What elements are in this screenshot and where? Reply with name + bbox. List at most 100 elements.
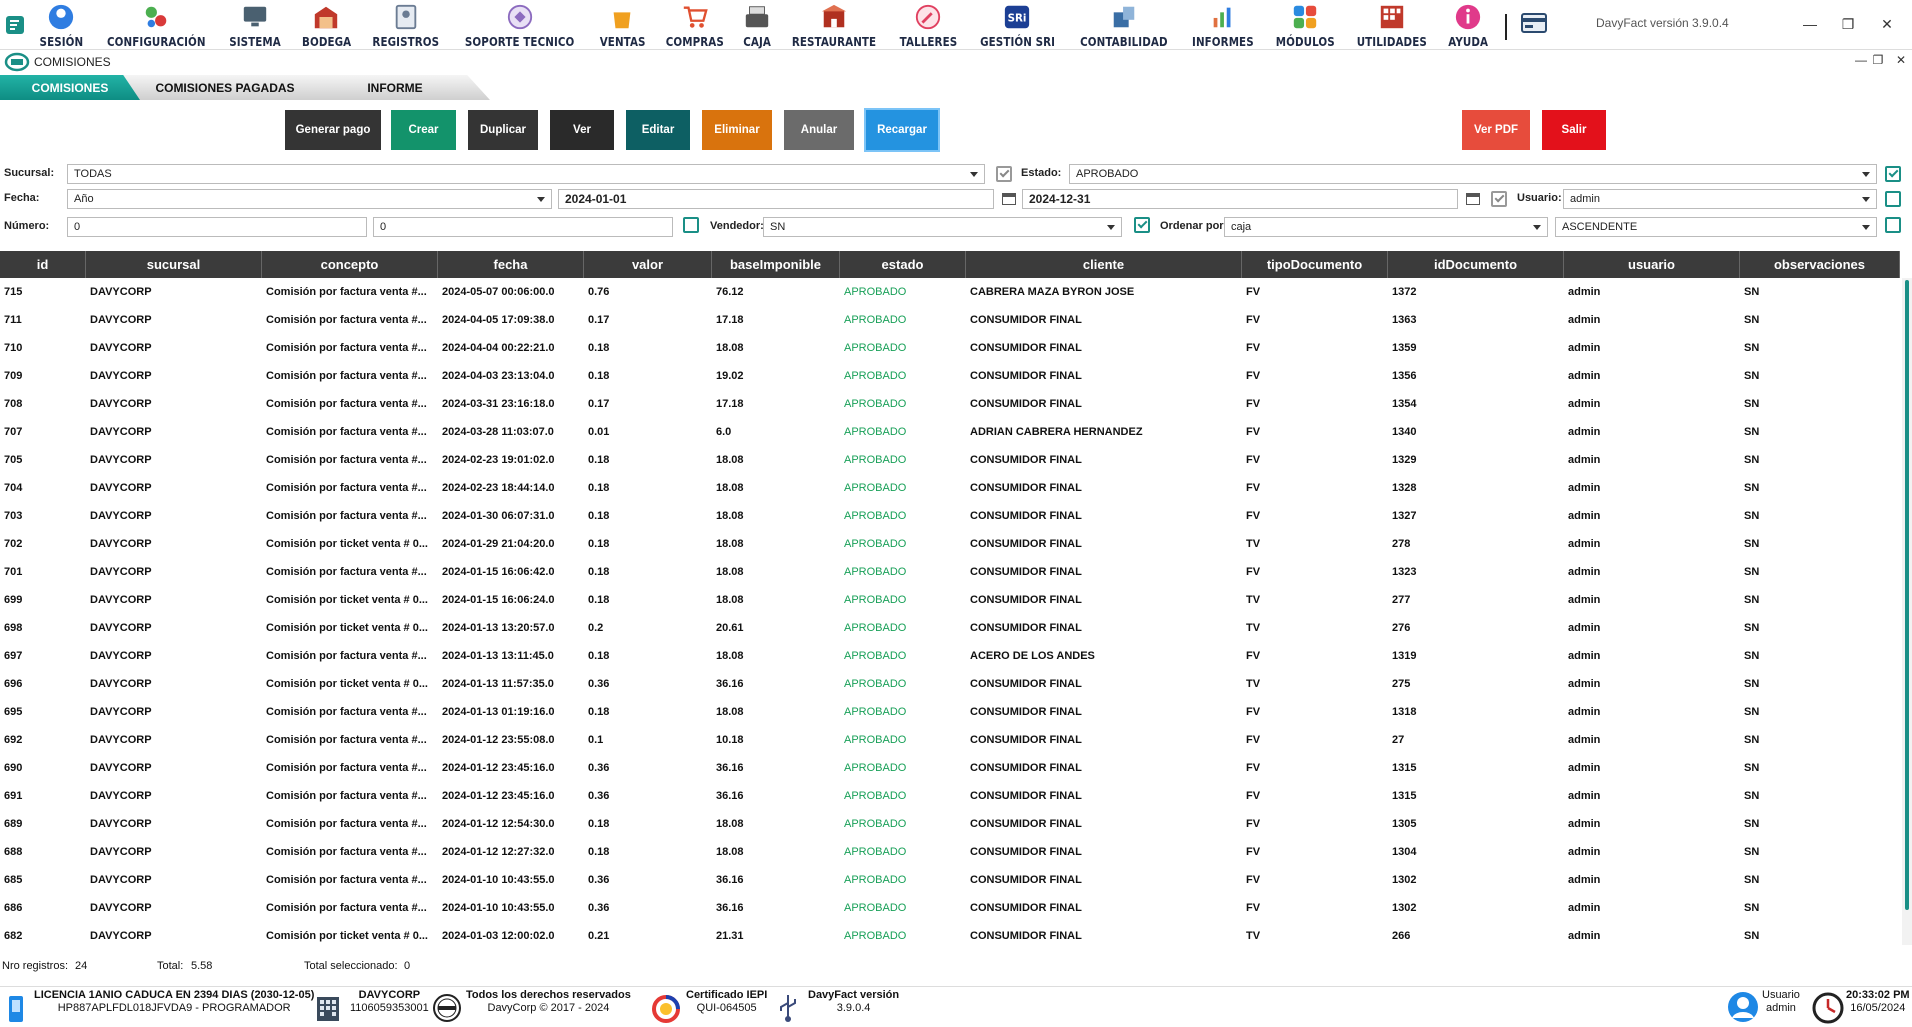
table-row[interactable]: 699 DAVYCORP Comisión por ticket venta # 0… xyxy=(0,586,1900,614)
table-row[interactable]: 704 DAVYCORP Comisión por factura venta #.… xyxy=(0,474,1900,502)
estado-select[interactable]: APROBADO xyxy=(1069,164,1877,184)
table-row[interactable]: 711 DAVYCORP Comisión por factura venta #.… xyxy=(0,306,1900,334)
scrollbar-thumb[interactable] xyxy=(1905,280,1909,910)
cell-tipodocumento: TV xyxy=(1246,622,1261,634)
fecha-checkbox[interactable] xyxy=(1491,191,1507,207)
fecha-desde-input[interactable]: 2024-01-01 xyxy=(558,189,994,209)
inner-close-button[interactable]: ✕ xyxy=(1892,53,1910,67)
table-row[interactable]: 685 DAVYCORP Comisión por factura venta #.… xyxy=(0,866,1900,894)
app-logo-icon[interactable] xyxy=(0,0,30,50)
menu-restaurante[interactable]: RESTAURANTE xyxy=(779,0,889,50)
menu-caja[interactable]: CAJA xyxy=(735,0,779,50)
ver-pdf-button[interactable]: Ver PDF xyxy=(1462,110,1530,150)
gears-icon xyxy=(141,2,171,32)
duplicar-button[interactable]: Duplicar xyxy=(468,110,538,150)
menu-módulos[interactable]: MÓDULOS xyxy=(1265,0,1346,50)
table-row[interactable]: 697 DAVYCORP Comisión por factura venta #.… xyxy=(0,642,1900,670)
ordenar-select[interactable]: caja xyxy=(1224,217,1548,237)
inner-minimize-button[interactable]: — xyxy=(1852,53,1870,67)
column-header-id[interactable]: id xyxy=(0,251,86,278)
table-row[interactable]: 705 DAVYCORP Comisión por factura venta #.… xyxy=(0,446,1900,474)
recargar-button[interactable]: Recargar xyxy=(866,110,938,150)
menu-registros[interactable]: REGISTROS xyxy=(361,0,451,50)
editar-button[interactable]: Editar xyxy=(626,110,690,150)
inner-restore-button[interactable]: ❐ xyxy=(1869,53,1887,67)
column-header-iddocumento[interactable]: idDocumento xyxy=(1388,251,1564,278)
usuario-checkbox[interactable] xyxy=(1885,191,1901,207)
table-row[interactable]: 715 DAVYCORP Comisión por factura venta #.… xyxy=(0,278,1900,306)
table-row[interactable]: 688 DAVYCORP Comisión por factura venta #.… xyxy=(0,838,1900,866)
column-header-fecha[interactable]: fecha xyxy=(438,251,584,278)
numero-desde-input[interactable]: 0 xyxy=(67,217,367,237)
numero-checkbox[interactable] xyxy=(683,217,699,233)
menu-contabilidad[interactable]: CONTABILIDAD xyxy=(1067,0,1181,50)
table-row[interactable]: 702 DAVYCORP Comisión por ticket venta # 0… xyxy=(0,530,1900,558)
column-header-estado[interactable]: estado xyxy=(840,251,966,278)
column-header-sucursal[interactable]: sucursal xyxy=(86,251,262,278)
sucursal-select[interactable]: TODAS xyxy=(67,164,985,184)
cell-estado: APROBADO xyxy=(844,818,907,830)
calendar-icon[interactable] xyxy=(1002,193,1016,205)
close-button[interactable]: ✕ xyxy=(1872,12,1902,36)
table-row[interactable]: 686 DAVYCORP Comisión por factura venta #.… xyxy=(0,894,1900,922)
column-header-valor[interactable]: valor xyxy=(584,251,712,278)
menu-soporte-tecnico[interactable]: SOPORTE TECNICO xyxy=(450,0,589,50)
table-row[interactable]: 691 DAVYCORP Comisión por factura venta #.… xyxy=(0,782,1900,810)
menu-bodega[interactable]: BODEGA xyxy=(292,0,361,50)
menu-compras[interactable]: COMPRAS xyxy=(655,0,735,50)
orden-checkbox[interactable] xyxy=(1885,217,1901,233)
menu-talleres[interactable]: TALLERES xyxy=(889,0,968,50)
usuario-select[interactable]: admin xyxy=(1563,189,1877,209)
table-row[interactable]: 682 DAVYCORP Comisión por ticket venta # 0… xyxy=(0,922,1900,945)
menu-utilidades[interactable]: UTILIDADES xyxy=(1345,0,1439,50)
table-row[interactable]: 703 DAVYCORP Comisión por factura venta #.… xyxy=(0,502,1900,530)
estado-checkbox[interactable] xyxy=(1885,166,1901,182)
tab-comisiones[interactable]: COMISIONES xyxy=(0,75,140,100)
menu-informes[interactable]: INFORMES xyxy=(1181,0,1265,50)
vendedor-select[interactable]: SN xyxy=(763,217,1122,237)
orden-direction-select[interactable]: ASCENDENTE xyxy=(1555,217,1877,237)
menu-sesión[interactable]: SESIÓN xyxy=(30,0,93,50)
restore-button[interactable]: ❐ xyxy=(1833,12,1863,36)
eliminar-button[interactable]: Eliminar xyxy=(702,110,772,150)
company-ruc: 1106059353001 xyxy=(350,1002,429,1014)
menu-card-icon-button[interactable] xyxy=(1515,0,1553,50)
calendar-icon[interactable] xyxy=(1466,193,1480,205)
table-row[interactable]: 698 DAVYCORP Comisión por ticket venta # 0… xyxy=(0,614,1900,642)
fecha-hasta-input[interactable]: 2024-12-31 xyxy=(1022,189,1458,209)
sucursal-checkbox[interactable] xyxy=(996,166,1012,182)
minimize-button[interactable]: — xyxy=(1795,12,1825,36)
salir-button[interactable]: Salir xyxy=(1542,110,1606,150)
column-header-concepto[interactable]: concepto xyxy=(262,251,438,278)
generar-pago-button[interactable]: Generar pago xyxy=(285,110,381,150)
table-row[interactable]: 708 DAVYCORP Comisión por factura venta #.… xyxy=(0,390,1900,418)
table-row[interactable]: 701 DAVYCORP Comisión por factura venta #.… xyxy=(0,558,1900,586)
column-header-usuario[interactable]: usuario xyxy=(1564,251,1740,278)
column-header-baseimponible[interactable]: baseImponible xyxy=(712,251,840,278)
menu-sistema[interactable]: SISTEMA xyxy=(219,0,291,50)
table-row[interactable]: 692 DAVYCORP Comisión por factura venta #.… xyxy=(0,726,1900,754)
tab-comisiones-pagadas[interactable]: COMISIONES PAGADAS xyxy=(120,75,330,100)
crear-button[interactable]: Crear xyxy=(391,110,456,150)
column-header-cliente[interactable]: cliente xyxy=(966,251,1242,278)
anular-button[interactable]: Anular xyxy=(784,110,854,150)
menu-ayuda[interactable]: AYUDA xyxy=(1439,0,1497,50)
table-row[interactable]: 696 DAVYCORP Comisión por ticket venta # 0… xyxy=(0,670,1900,698)
ver-button[interactable]: Ver xyxy=(550,110,614,150)
column-header-observaciones[interactable]: observaciones xyxy=(1740,251,1900,278)
table-row[interactable]: 695 DAVYCORP Comisión por factura venta #.… xyxy=(0,698,1900,726)
menu-configuración[interactable]: CONFIGURACIÓN xyxy=(93,0,220,50)
vendedor-checkbox[interactable] xyxy=(1134,217,1150,233)
column-header-tipodocumento[interactable]: tipoDocumento xyxy=(1242,251,1388,278)
vertical-scrollbar[interactable] xyxy=(1902,278,1912,945)
table-row[interactable]: 710 DAVYCORP Comisión por factura venta #.… xyxy=(0,334,1900,362)
numero-hasta-input[interactable]: 0 xyxy=(373,217,673,237)
tab-informe[interactable]: INFORME xyxy=(300,75,490,100)
table-row[interactable]: 690 DAVYCORP Comisión por factura venta #.… xyxy=(0,754,1900,782)
fecha-select[interactable]: Año xyxy=(67,189,552,209)
table-row[interactable]: 707 DAVYCORP Comisión por factura venta #.… xyxy=(0,418,1900,446)
menu-gestión-sri[interactable]: SRi GESTIÓN SRI xyxy=(968,0,1067,50)
menu-ventas[interactable]: VENTAS xyxy=(590,0,655,50)
table-row[interactable]: 689 DAVYCORP Comisión por factura venta #.… xyxy=(0,810,1900,838)
table-row[interactable]: 709 DAVYCORP Comisión por factura venta #.… xyxy=(0,362,1900,390)
